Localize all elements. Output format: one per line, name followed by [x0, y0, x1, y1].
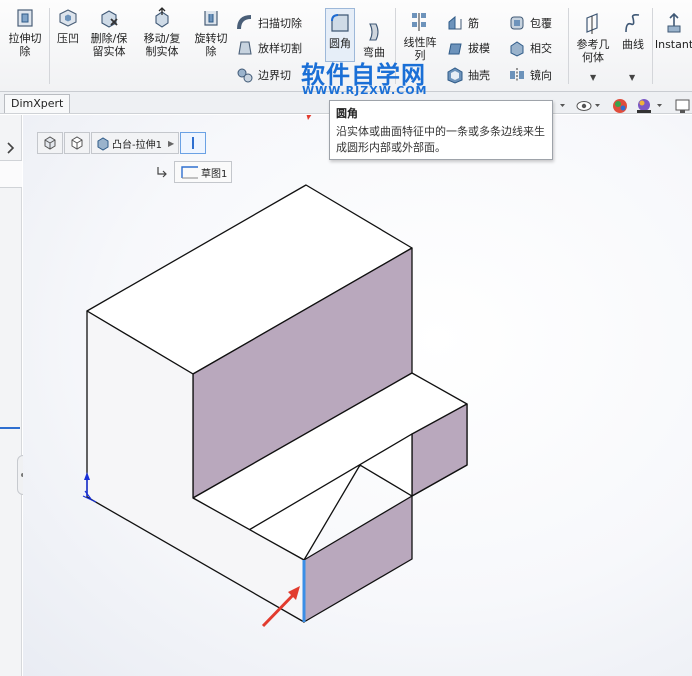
dropdown-arrow-icon[interactable]	[560, 104, 565, 107]
lofted-cut-button[interactable]: 放样切割	[236, 37, 302, 59]
mirror-icon	[510, 68, 524, 82]
delete-keep-body-label: 删除/保 留实体	[90, 32, 128, 58]
intersect-label: 相交	[530, 42, 552, 55]
breadcrumb-sketch-row: 草图1	[156, 161, 233, 183]
sketch-icon	[181, 166, 198, 179]
rib-label: 筋	[468, 17, 479, 30]
reference-geometry-dropdown-icon[interactable]: ▼	[590, 73, 596, 82]
breadcrumb-feature[interactable]: 凸台-拉伸1 ▶	[91, 132, 180, 154]
mirror-button[interactable]: 镜向	[508, 64, 552, 86]
curves-icon	[625, 14, 640, 33]
shell-icon	[447, 67, 463, 84]
breadcrumb-feature-label: 凸台-拉伸1	[112, 139, 162, 151]
dropdown-arrow-icon[interactable]	[657, 104, 662, 107]
fillet-label: 圆角	[329, 37, 351, 50]
shell-button[interactable]: 抽壳	[446, 64, 490, 86]
indent-icon	[59, 9, 77, 27]
breadcrumb-sketch[interactable]: 草图1	[174, 161, 233, 183]
draft-label: 拔模	[468, 42, 490, 55]
dropdown-arrow-icon[interactable]	[595, 104, 600, 107]
move-copy-body-button[interactable]: 移动/复 制实体	[139, 0, 185, 58]
extrude-cut-icon	[17, 9, 33, 27]
delete-body-icon	[101, 10, 118, 28]
extrude-feature-icon	[97, 137, 109, 151]
rib-button[interactable]: 筋	[446, 12, 479, 34]
tab-dimxpert[interactable]: DimXpert	[4, 94, 71, 113]
chevron-right-icon: ▶	[167, 138, 175, 148]
ribbon-separator	[568, 8, 569, 84]
extrude-cut-label: 拉伸切 除	[8, 32, 42, 58]
watermark-url: WWW.RJZXW.COM	[302, 84, 428, 97]
ribbon-separator	[49, 8, 50, 84]
flex-icon	[369, 23, 379, 41]
red-pointer-arrow-icon	[306, 115, 312, 120]
fillet-icon	[331, 14, 349, 32]
fillet-tooltip: 圆角 沿实体或曲面特征中的一条或多条边线来生成圆形内部或外部面。	[329, 100, 553, 160]
panel-tab[interactable]	[0, 160, 22, 188]
breadcrumb-solid-body[interactable]	[64, 132, 90, 154]
ribbon-separator	[652, 8, 653, 84]
lofted-cut-label: 放样切割	[258, 42, 302, 55]
revolved-cut-icon	[204, 11, 218, 26]
breadcrumb-edge[interactable]	[180, 132, 207, 154]
breadcrumb-part[interactable]	[37, 132, 63, 154]
instant3d-icon	[667, 12, 681, 33]
revolved-cut-label: 旋转切 除	[194, 32, 228, 58]
tooltip-title: 圆角	[336, 107, 358, 120]
instant3d-label: Instant	[656, 38, 692, 51]
boundary-cut-button[interactable]: 边界切	[236, 64, 291, 86]
fillet-button[interactable]: 圆角	[325, 8, 355, 62]
part-icon	[44, 136, 56, 150]
indent-label: 压凹	[57, 32, 79, 45]
edit-appearance-icon[interactable]	[613, 99, 627, 113]
curves-dropdown-icon[interactable]: ▼	[629, 73, 635, 82]
curves-button[interactable]: 曲线	[616, 6, 650, 51]
swept-cut-button[interactable]: 扫描切除	[236, 12, 302, 34]
graphics-area[interactable]	[23, 115, 692, 676]
draft-button[interactable]: 拔模	[446, 37, 490, 59]
rib-icon	[448, 15, 462, 30]
reference-geometry-label: 参考几 何体	[576, 38, 610, 64]
heads-up-view-toolbar	[560, 99, 690, 113]
intersect-button[interactable]: 相交	[508, 37, 552, 59]
reference-geometry-icon	[586, 13, 598, 34]
draft-icon	[448, 43, 462, 55]
extrude-cut-button[interactable]: 拉伸切 除	[4, 0, 46, 58]
revolved-cut-button[interactable]: 旋转切 除	[190, 0, 232, 58]
tooltip-body: 沿实体或曲面特征中的一条或多条边线来生成圆形内部或外部面。	[336, 125, 545, 154]
chevron-right-icon[interactable]	[3, 141, 17, 155]
view-settings-icon[interactable]	[675, 99, 690, 113]
swept-cut-icon	[237, 15, 252, 30]
linear-pattern-icon	[412, 13, 426, 31]
wrap-icon	[510, 16, 524, 30]
instant3d-button[interactable]: Instant	[656, 6, 692, 51]
wrap-button[interactable]: 包覆	[508, 12, 552, 34]
wrap-label: 包覆	[530, 17, 552, 30]
curves-label: 曲线	[622, 38, 644, 51]
intersect-icon	[510, 41, 524, 57]
model-3d-part[interactable]	[23, 115, 692, 676]
apply-scene-icon[interactable]	[637, 99, 651, 113]
solid-body-icon	[71, 136, 83, 150]
reference-geometry-button[interactable]: 参考几 何体	[572, 6, 614, 64]
mirror-label: 镜向	[530, 69, 552, 82]
shell-label: 抽壳	[468, 69, 490, 82]
edge-icon	[192, 137, 195, 149]
move-copy-body-icon	[155, 7, 169, 28]
indent-button[interactable]: 压凹	[52, 0, 84, 45]
delete-keep-body-button[interactable]: 删除/保 留实体	[86, 0, 132, 58]
panel-splitter-indicator	[0, 427, 20, 429]
swept-cut-label: 扫描切除	[258, 17, 302, 30]
child-link-arrow-icon	[157, 167, 167, 178]
feature-manager-collapsed-panel	[0, 115, 29, 676]
flex-button[interactable]: 弯曲	[359, 14, 389, 59]
breadcrumb: 凸台-拉伸1 ▶	[37, 131, 207, 155]
linear-pattern-button[interactable]: 线性阵 列	[399, 4, 441, 62]
hide-show-items-icon[interactable]	[576, 101, 592, 111]
lofted-cut-icon	[238, 41, 252, 55]
boundary-cut-icon	[237, 68, 253, 83]
breadcrumb-sketch-label: 草图1	[201, 168, 228, 180]
move-copy-body-label: 移动/复 制实体	[143, 32, 181, 58]
boundary-cut-label: 边界切	[258, 69, 291, 82]
